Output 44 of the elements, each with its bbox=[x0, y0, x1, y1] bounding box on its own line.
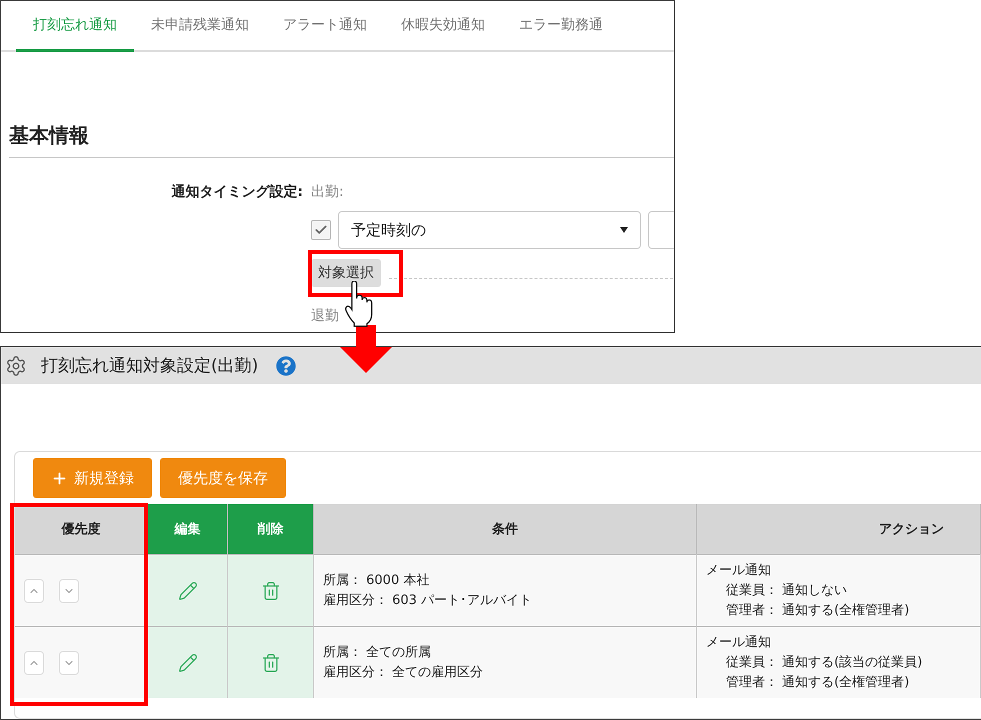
checkbox[interactable] bbox=[311, 220, 331, 240]
caret-icon bbox=[620, 227, 628, 233]
action-text: 管理者： 通知する(全権管理者) bbox=[725, 674, 910, 692]
save-button[interactable]: 優先度を保存 bbox=[160, 458, 286, 498]
column-header: 編集 bbox=[148, 504, 228, 554]
column-header: 条件 bbox=[314, 504, 697, 554]
action-text: 従業員： 通知する(該当の従業員) bbox=[725, 654, 922, 672]
dialog-title: 打刻忘れ通知対象設定(出勤) bbox=[41, 355, 258, 377]
section-title: 基本情報 bbox=[9, 122, 674, 158]
condition-text: 所属： 全ての所属 bbox=[323, 644, 432, 662]
add-button[interactable]: 新規登録 bbox=[33, 458, 152, 498]
column-header: アクション bbox=[697, 504, 981, 554]
trash-icon[interactable] bbox=[260, 652, 280, 672]
edit-icon[interactable] bbox=[178, 580, 198, 600]
action-text: 従業員： 通知しない bbox=[725, 582, 848, 600]
help-icon[interactable] bbox=[276, 356, 296, 376]
trash-icon[interactable] bbox=[260, 580, 280, 600]
action-title: メール通知 bbox=[706, 562, 772, 580]
tab[interactable]: 未申請残業通知 bbox=[134, 1, 266, 52]
check-icon bbox=[314, 223, 328, 237]
move-down-button[interactable] bbox=[59, 650, 79, 674]
field-label: 退勤 bbox=[311, 307, 340, 325]
move-down-button[interactable] bbox=[59, 578, 79, 602]
down-arrow-icon bbox=[340, 325, 392, 373]
condition-text: 雇用区分： 603 パート･アルバイト bbox=[323, 592, 532, 610]
tab[interactable]: エラー勤務通 bbox=[502, 1, 620, 52]
field-label: 出勤: bbox=[311, 183, 345, 201]
tab[interactable]: 打刻忘れ通知 bbox=[16, 1, 134, 52]
target-select-button[interactable]: 対象選択 bbox=[311, 259, 381, 287]
action-text: 管理者： 通知する(全権管理者) bbox=[725, 602, 910, 620]
settings-icon bbox=[5, 354, 27, 376]
tab[interactable]: 休暇失効通知 bbox=[384, 1, 502, 52]
field-label: 通知タイミング設定: bbox=[170, 183, 304, 201]
move-up-button[interactable] bbox=[24, 578, 44, 602]
move-up-button[interactable] bbox=[24, 650, 44, 674]
column-header: 削除 bbox=[228, 504, 314, 554]
tab[interactable]: アラート通知 bbox=[266, 1, 384, 52]
hand-cursor-icon bbox=[344, 281, 374, 327]
edit-icon[interactable] bbox=[178, 652, 198, 672]
plus-icon bbox=[51, 470, 68, 486]
action-title: メール通知 bbox=[706, 634, 772, 652]
condition-text: 雇用区分： 全ての雇用区分 bbox=[323, 664, 484, 682]
timing-select[interactable]: 予定時刻の bbox=[338, 211, 641, 249]
condition-text: 所属： 6000 本社 bbox=[323, 572, 430, 590]
